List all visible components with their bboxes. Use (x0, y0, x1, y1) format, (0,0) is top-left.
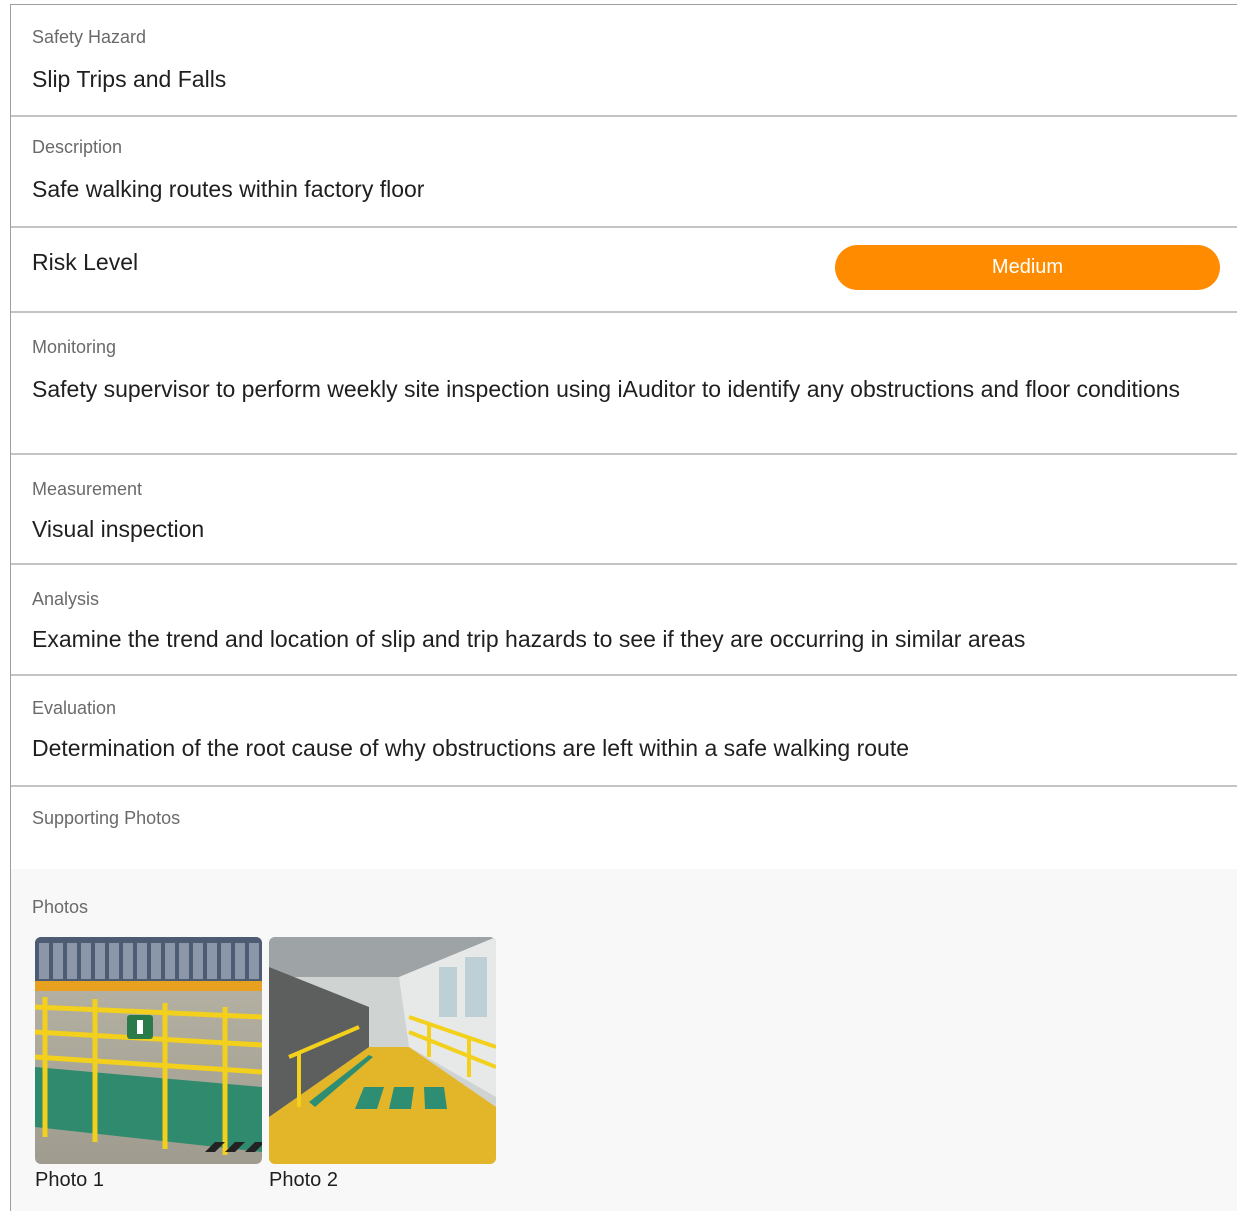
field-label: Description (32, 137, 123, 157)
field-monitoring: Monitoring Safety supervisor to perform … (11, 313, 1237, 455)
field-label: Monitoring (32, 337, 117, 357)
field-analysis: Analysis Examine the trend and location … (11, 565, 1237, 676)
warehouse-railing-image (35, 937, 262, 1164)
field-value: Determination of the root cause of why o… (32, 735, 910, 761)
factory-walkway-image (269, 937, 496, 1164)
photo-2-thumbnail[interactable] (269, 937, 496, 1164)
hazard-detail-form: Safety Hazard Slip Trips and Falls Descr… (10, 4, 1237, 1211)
field-value: Visual inspection (32, 516, 205, 542)
field-label: Safety Hazard (32, 27, 147, 47)
field-value: Safe walking routes within factory floor (32, 176, 425, 202)
field-label: Analysis (32, 589, 100, 609)
field-measurement: Measurement Visual inspection (11, 455, 1237, 565)
photo-caption: Photo 2 (269, 1169, 338, 1191)
risk-level-badge[interactable]: Medium (835, 245, 1220, 290)
field-label: Risk Level (32, 249, 139, 275)
field-safety-hazard: Safety Hazard Slip Trips and Falls (11, 5, 1237, 117)
supporting-photos-label: Supporting Photos (32, 808, 181, 828)
field-value: Safety supervisor to perform weekly site… (32, 376, 1181, 402)
field-description: Description Safe walking routes within f… (11, 117, 1237, 228)
field-label: Evaluation (32, 698, 117, 718)
field-label: Measurement (32, 479, 143, 499)
field-value: Slip Trips and Falls (32, 66, 227, 92)
photos-section: Photos Photo 1 Photo 2 (11, 869, 1237, 1211)
field-evaluation: Evaluation Determination of the root cau… (11, 676, 1237, 787)
photo-caption: Photo 1 (35, 1169, 104, 1191)
photo-1-thumbnail[interactable] (35, 937, 262, 1164)
photos-label: Photos (32, 897, 89, 917)
field-value: Examine the trend and location of slip a… (32, 626, 1026, 652)
